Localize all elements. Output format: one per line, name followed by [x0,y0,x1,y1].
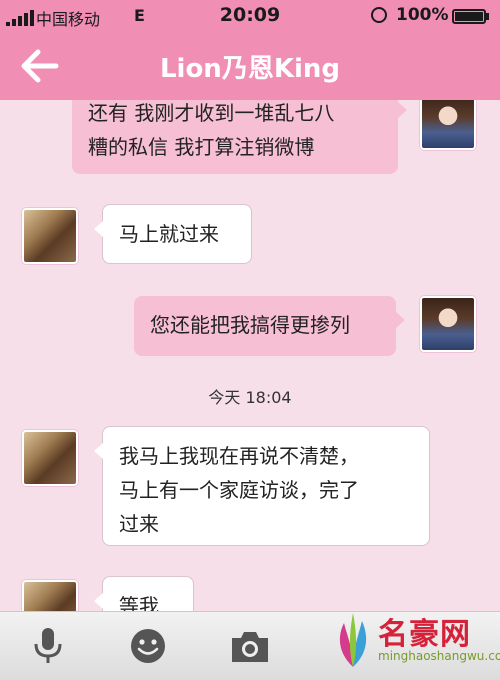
message-bubble-incoming[interactable]: 马上就过来 [94,204,252,264]
message-line: 马上就过来 [119,222,219,246]
message-line: 糟的私信 我打算注销微博 [88,135,315,159]
status-bar: 中国移动 E 20:09 100% [0,0,500,32]
battery-percent: 100% [396,5,449,25]
rotation-lock-icon [371,7,387,23]
avatar-contact[interactable] [22,580,78,611]
message-line: 还有 我刚才收到一堆乱七八 [88,101,335,125]
avatar-contact[interactable] [22,208,78,264]
camera-icon [232,632,268,662]
camera-button[interactable] [228,626,268,666]
message-line: 我马上我现在再说不清楚， [119,444,359,468]
message-bubble-incoming[interactable]: 我马上我现在再说不清楚， 马上有一个家庭访谈，完了 过来 [94,426,430,546]
battery-icon [452,9,486,24]
message-bubble-outgoing[interactable]: 还有 我刚才收到一堆乱七八 糟的私信 我打算注销微博 [72,100,407,174]
watermark-text: 名豪网 [378,617,471,652]
emoji-icon [131,629,165,663]
chat-area[interactable]: 还有 我刚才收到一堆乱七八 糟的私信 我打算注销微博 马上就过来 您还能把我搞得… [0,100,500,611]
message-line: 等我 [119,594,159,611]
avatar-self[interactable] [420,100,476,150]
site-watermark: 名豪网 minghaoshangwu.com [330,607,500,677]
message-line: 过来 [119,512,159,536]
watermark-url: minghaoshangwu.com [378,649,500,663]
message-bubble-outgoing[interactable]: 您还能把我搞得更掺列 [134,296,405,356]
message-bubble-incoming[interactable]: 等我 [94,576,194,611]
battery-tip [486,13,489,20]
avatar-contact[interactable] [22,430,78,486]
message-line: 您还能把我搞得更掺列 [150,313,350,337]
watermark-logo-icon [339,613,367,667]
chat-title: Lion乃恩King [159,54,341,84]
message-timestamp: 今天 18:04 [208,388,292,407]
avatar-self[interactable] [420,296,476,352]
nav-bar: Lion乃恩King [0,32,500,100]
emoji-button[interactable] [128,626,168,666]
message-line: 马上有一个家庭访谈，完了 [119,478,359,502]
microphone-icon [34,628,62,663]
voice-button[interactable] [28,626,68,666]
